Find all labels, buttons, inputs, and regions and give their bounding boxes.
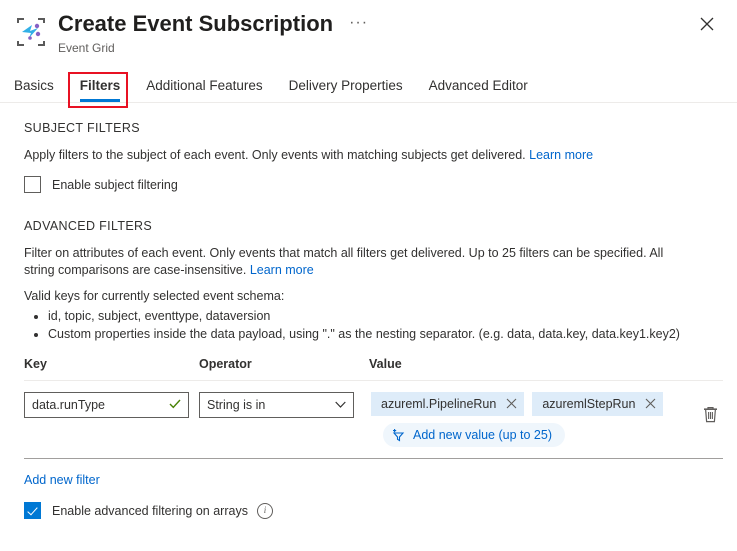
info-icon[interactable]: i bbox=[257, 503, 273, 519]
tab-additional-features[interactable]: Additional Features bbox=[146, 78, 262, 102]
filter-value-tag-label: azureml.PipelineRun bbox=[381, 397, 496, 411]
add-new-value-button[interactable]: Add new value (up to 25) bbox=[383, 423, 565, 447]
valid-keys-list: id, topic, subject, eventtype, dataversi… bbox=[24, 308, 723, 343]
tab-bar: Basics Filters Additional Features Deliv… bbox=[0, 70, 737, 103]
valid-keys-item: Custom properties inside the data payloa… bbox=[48, 326, 723, 343]
enable-arrays-filtering-row: Enable advanced filtering on arrays i bbox=[24, 502, 723, 519]
page-header: Create Event Subscription ··· Event Grid bbox=[0, 0, 737, 64]
subject-filters-description: Apply filters to the subject of each eve… bbox=[24, 147, 690, 164]
close-icon[interactable] bbox=[693, 10, 721, 38]
add-new-value-label: Add new value (up to 25) bbox=[413, 428, 552, 442]
advanced-filters-description-text: Filter on attributes of each event. Only… bbox=[24, 246, 663, 277]
filter-value-tag: azureml.PipelineRun bbox=[371, 392, 524, 416]
add-new-filter-link[interactable]: Add new filter bbox=[24, 473, 100, 487]
valid-keys-item: id, topic, subject, eventtype, dataversi… bbox=[48, 308, 723, 325]
filter-key-cell: data.runType bbox=[24, 392, 199, 418]
tab-filters[interactable]: Filters bbox=[80, 78, 121, 102]
column-header-key: Key bbox=[24, 357, 199, 371]
filter-key-input[interactable]: data.runType bbox=[24, 392, 189, 418]
main-content: SUBJECT FILTERS Apply filters to the sub… bbox=[0, 103, 737, 519]
valid-check-icon bbox=[169, 398, 181, 412]
delete-filter-button[interactable] bbox=[697, 392, 723, 428]
filter-operator-select[interactable]: String is in bbox=[199, 392, 354, 418]
subject-filters-heading: SUBJECT FILTERS bbox=[24, 121, 723, 135]
page-title: Create Event Subscription bbox=[58, 10, 333, 38]
remove-value-icon[interactable] bbox=[645, 398, 656, 411]
filter-value-tag: azuremlStepRun bbox=[532, 392, 663, 416]
advanced-filters-learn-more-link[interactable]: Learn more bbox=[250, 263, 314, 277]
column-header-value: Value bbox=[369, 357, 723, 371]
advanced-filters-table-header: Key Operator Value bbox=[24, 357, 723, 381]
subject-filters-learn-more-link[interactable]: Learn more bbox=[529, 148, 593, 162]
event-grid-icon bbox=[14, 15, 48, 49]
more-options-button[interactable]: ··· bbox=[349, 16, 368, 30]
column-header-operator: Operator bbox=[199, 357, 369, 371]
enable-arrays-filtering-checkbox[interactable] bbox=[24, 502, 41, 519]
chevron-down-icon bbox=[335, 398, 346, 412]
filter-key-value: data.runType bbox=[32, 398, 169, 412]
filter-value-tags: azureml.PipelineRun azuremlStepRun bbox=[371, 392, 691, 416]
tab-advanced-editor[interactable]: Advanced Editor bbox=[429, 78, 528, 102]
subject-filters-description-text: Apply filters to the subject of each eve… bbox=[24, 148, 526, 162]
filter-values-cell: azureml.PipelineRun azuremlStepRun bbox=[369, 392, 691, 447]
advanced-filters-heading: ADVANCED FILTERS bbox=[24, 219, 723, 233]
filter-operator-cell: String is in bbox=[199, 392, 369, 418]
enable-subject-filtering-label: Enable subject filtering bbox=[52, 178, 178, 192]
table-row: data.runType String is in bbox=[24, 381, 723, 459]
remove-value-icon[interactable] bbox=[506, 398, 517, 411]
page-subtitle: Event Grid bbox=[58, 41, 368, 55]
filter-operator-value: String is in bbox=[207, 398, 335, 412]
enable-subject-filtering-row: Enable subject filtering bbox=[24, 176, 723, 193]
advanced-filters-table: Key Operator Value data.runType String i… bbox=[24, 357, 723, 519]
trash-icon bbox=[703, 406, 718, 428]
add-filter-funnel-icon bbox=[392, 429, 405, 442]
tab-delivery-properties[interactable]: Delivery Properties bbox=[289, 78, 403, 102]
valid-keys-intro: Valid keys for currently selected event … bbox=[24, 288, 690, 305]
enable-arrays-filtering-label: Enable advanced filtering on arrays bbox=[52, 504, 248, 518]
advanced-filters-description: Filter on attributes of each event. Only… bbox=[24, 245, 690, 279]
filter-value-tag-label: azuremlStepRun bbox=[542, 397, 635, 411]
tab-basics[interactable]: Basics bbox=[14, 78, 54, 102]
enable-subject-filtering-checkbox[interactable] bbox=[24, 176, 41, 193]
